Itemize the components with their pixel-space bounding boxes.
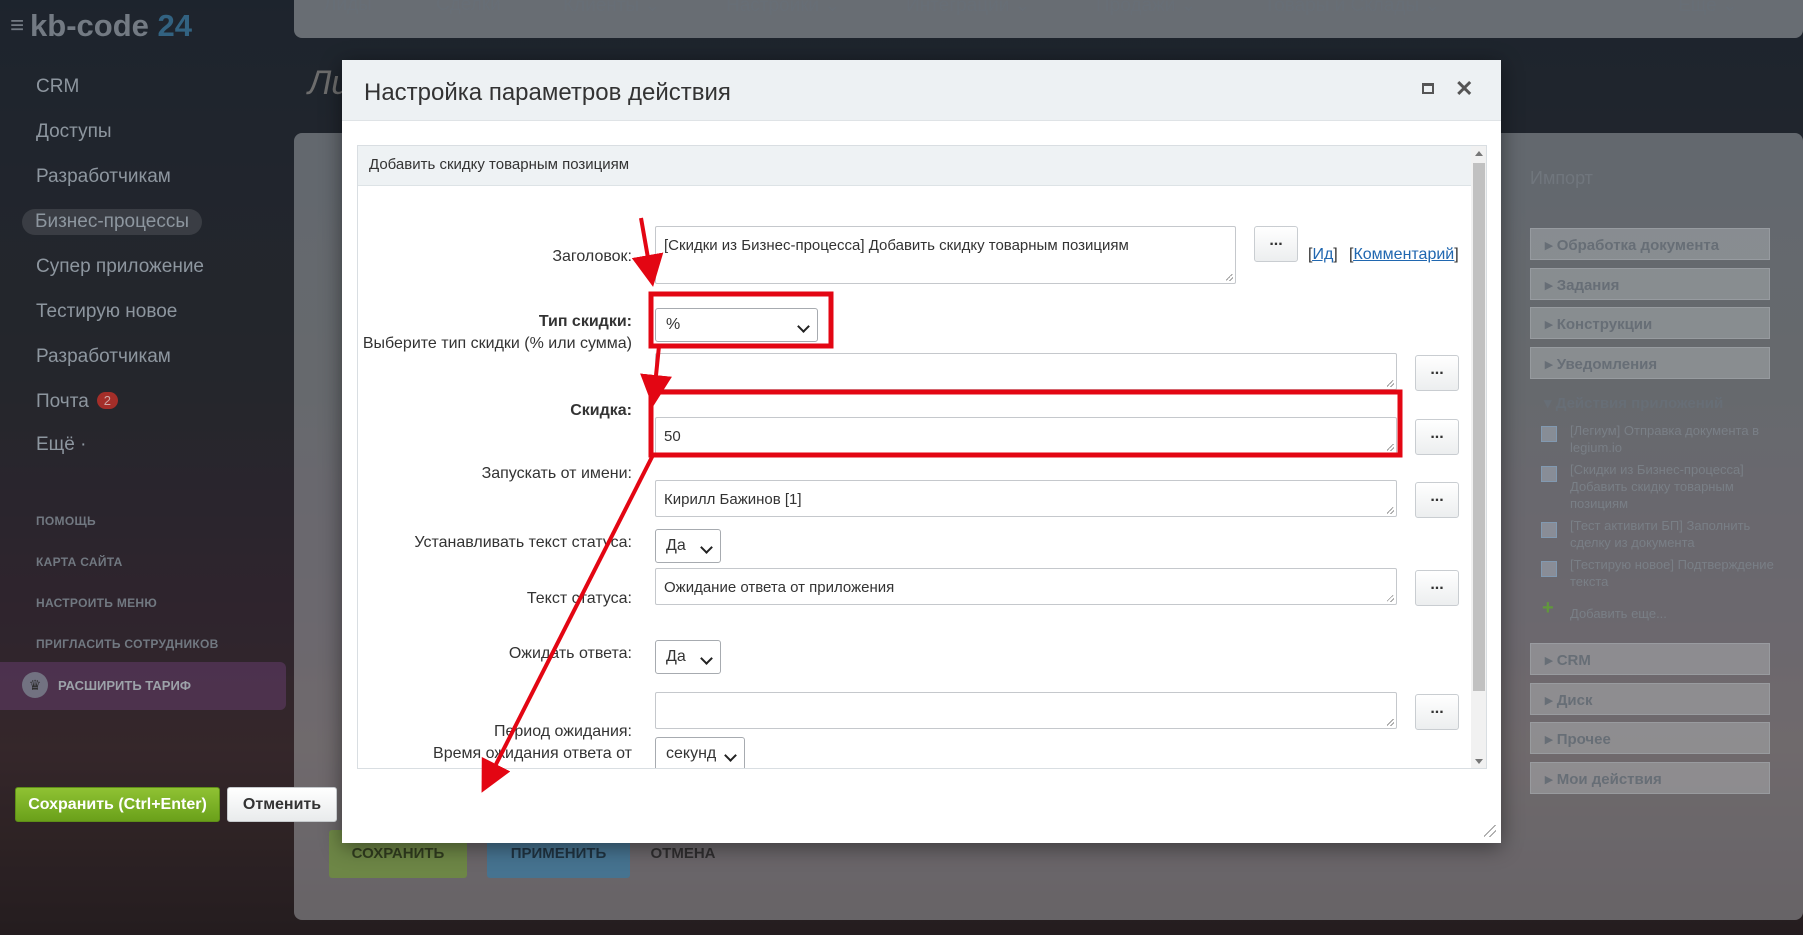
run-as-field[interactable]: Кирилл Бажинов [1]: [655, 480, 1397, 517]
dialog-title: Настройка параметров действия: [364, 79, 731, 106]
set-status-label: Устанавливать текст статуса:: [414, 534, 632, 551]
dialog-header: Настройка параметров действия ✕: [342, 60, 1501, 121]
period-hint: Время ожидания ответа от: [433, 745, 632, 762]
section-title: Добавить скидку товарным позициям: [369, 156, 630, 173]
period-label: Период ожидания:: [493, 723, 632, 740]
scroll-down-icon[interactable]: [1475, 759, 1483, 764]
discount-label-text: Скидка:: [570, 402, 632, 419]
period-expr-field[interactable]: [655, 692, 1397, 729]
wait-select[interactable]: Да: [655, 640, 721, 674]
cancel-button[interactable]: Отменить: [227, 787, 337, 822]
status-text-insert-button[interactable]: ...: [1415, 570, 1459, 606]
status-text-label: Текст статуса:: [526, 590, 632, 607]
period-unit-select[interactable]: секунд: [655, 737, 745, 768]
run-as-label: Запускать от имени:: [481, 465, 632, 482]
period-insert-button[interactable]: ...: [1415, 694, 1459, 730]
save-button[interactable]: Сохранить (Ctrl+Enter): [15, 787, 220, 822]
id-link[interactable]: [Ид]: [1308, 246, 1338, 264]
title-field[interactable]: [Скидки из Бизнес-процесса] Добавить ски…: [655, 226, 1236, 284]
scroll-thumb[interactable]: [1473, 163, 1485, 691]
scroll-up-icon[interactable]: [1475, 151, 1483, 156]
set-status-select[interactable]: Да: [655, 529, 721, 563]
discount-type-expr-field[interactable]: [655, 353, 1397, 390]
close-icon[interactable]: ✕: [1455, 76, 1473, 102]
discount-type-hint: Выберите тип скидки (% или сумма): [362, 335, 632, 352]
discount-insert-button[interactable]: ...: [1415, 419, 1459, 455]
id-link-label: Ид: [1312, 246, 1334, 263]
title-insert-button[interactable]: ...: [1254, 226, 1298, 262]
content-scrollbar[interactable]: [1471, 146, 1486, 768]
discount-type-insert-button[interactable]: ...: [1415, 355, 1459, 391]
discount-field[interactable]: 50: [655, 417, 1397, 454]
run-as-insert-button[interactable]: ...: [1415, 482, 1459, 518]
comment-link-label: Комментарий: [1353, 246, 1455, 263]
comment-link[interactable]: [Комментарий]: [1349, 246, 1459, 264]
action-settings-dialog: Настройка параметров действия ✕ Добавить…: [342, 60, 1501, 843]
section-header: Добавить скидку товарным позициям: [358, 146, 1473, 186]
status-text-field[interactable]: Ожидание ответа от приложения: [655, 568, 1397, 605]
title-label: Заголовок:: [552, 248, 632, 265]
discount-label: Скидка:: [358, 400, 632, 422]
discount-type-label-text: Тип скидки:: [538, 313, 632, 330]
resize-handle[interactable]: [1484, 825, 1496, 837]
wait-label: Ожидать ответа:: [508, 645, 632, 662]
dialog-content: Добавить скидку товарным позициям Заголо…: [357, 145, 1487, 769]
discount-type-select[interactable]: %: [655, 308, 818, 342]
discount-type-label: Тип скидки:: [358, 311, 632, 333]
maximize-icon[interactable]: [1422, 83, 1434, 94]
